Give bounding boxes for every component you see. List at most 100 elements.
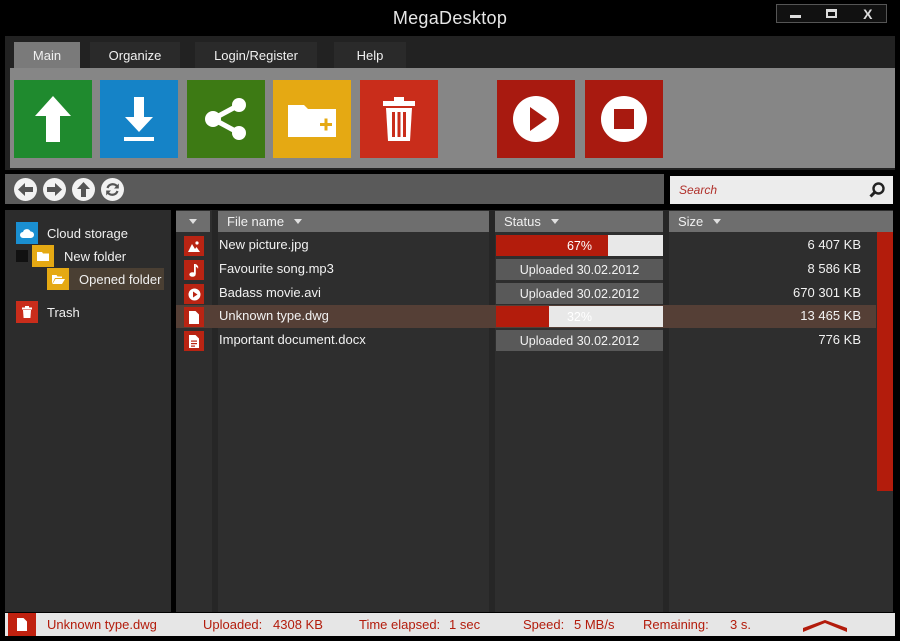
- stop-icon: [601, 96, 647, 142]
- upload-icon: [35, 96, 71, 142]
- search-input[interactable]: [670, 176, 860, 204]
- file-row-selected[interactable]: Unknown type.dwg 32% 13 465 KB: [176, 305, 876, 328]
- file-size: 8 586 KB: [807, 261, 862, 276]
- column-header-status[interactable]: Status: [495, 211, 663, 232]
- tab-login-register[interactable]: Login/Register: [195, 42, 317, 68]
- chevron-down-icon: [189, 219, 197, 224]
- new-folder-button[interactable]: [273, 80, 351, 158]
- file-size: 670 301 KB: [793, 285, 861, 300]
- up-button[interactable]: [72, 178, 95, 201]
- refresh-icon: [106, 183, 119, 196]
- stop-button[interactable]: [585, 80, 663, 158]
- tree-label-trash: Trash: [47, 304, 80, 320]
- ribbon-panel: [10, 68, 895, 168]
- chevron-down-icon: [713, 219, 722, 224]
- status-bar: Unknown type.dwg Uploaded: 4308 KB Time …: [5, 613, 895, 636]
- folder-icon: [32, 245, 54, 267]
- navigation-bar: [5, 174, 664, 204]
- file-size: 6 407 KB: [807, 237, 862, 252]
- window-controls: X: [776, 4, 887, 23]
- tree-item-new-folder[interactable]: New folder: [16, 245, 126, 267]
- tree-item-trash[interactable]: Trash: [16, 301, 80, 323]
- expander-icon[interactable]: [16, 250, 28, 262]
- close-icon: X: [863, 5, 873, 22]
- up-icon: [77, 182, 90, 197]
- title-bar: MegaDesktop X: [0, 0, 900, 36]
- back-button[interactable]: [14, 178, 37, 201]
- status-file-name: Unknown type.dwg: [47, 617, 157, 632]
- file-size: 13 465 KB: [800, 308, 861, 323]
- column-label-size: Size: [678, 214, 704, 229]
- chevron-down-icon: [294, 219, 303, 224]
- share-icon: [205, 98, 246, 140]
- search-box: [670, 176, 893, 204]
- play-icon: [513, 96, 559, 142]
- open-folder-icon: [47, 268, 69, 290]
- column-header-file-name[interactable]: File name: [218, 211, 489, 232]
- remaining-value: 3 s.: [730, 617, 751, 632]
- tree-item-opened-folder[interactable]: Opened folder: [47, 268, 164, 290]
- window-title: MegaDesktop: [392, 8, 508, 28]
- minimize-icon: [789, 15, 801, 18]
- file-name: Unknown type.dwg: [219, 308, 329, 323]
- column-label-file-name: File name: [227, 214, 285, 229]
- tab-main[interactable]: Main: [14, 42, 80, 68]
- refresh-button[interactable]: [101, 178, 124, 201]
- progress-text: 67%: [566, 238, 593, 253]
- file-name: Badass movie.avi: [219, 285, 321, 300]
- upload-progress-bar: 32%: [496, 306, 663, 327]
- uploaded-value: 4308 KB: [273, 617, 323, 632]
- file-row[interactable]: Important document.docx Uploaded 30.02.2…: [176, 329, 876, 352]
- uploaded-label: Uploaded:: [203, 617, 263, 632]
- tree-label-new-folder: New folder: [64, 248, 127, 264]
- progress-text: 32%: [566, 309, 593, 324]
- tab-organize[interactable]: Organize: [90, 42, 180, 68]
- time-elapsed-value: 1 sec: [449, 617, 481, 632]
- file-row[interactable]: Favourite song.mp3 Uploaded 30.02.2012 8…: [176, 258, 876, 281]
- file-name: Important document.docx: [219, 332, 366, 347]
- scrollbar[interactable]: [876, 232, 893, 612]
- back-icon: [18, 183, 33, 196]
- ribbon-tabs: Main Organize Login/Register Help: [5, 42, 406, 68]
- maximize-button[interactable]: [813, 5, 849, 22]
- cloud-icon: [16, 222, 38, 244]
- tree-label-opened-folder: Opened folder: [79, 271, 162, 287]
- play-button[interactable]: [497, 80, 575, 158]
- speed-value: 5 MB/s: [574, 617, 615, 632]
- ribbon: Main Organize Login/Register Help: [5, 36, 895, 170]
- close-button[interactable]: X: [850, 5, 886, 22]
- column-header-size[interactable]: Size: [669, 211, 893, 232]
- time-elapsed-label: Time elapsed:: [359, 617, 441, 632]
- tab-help[interactable]: Help: [334, 42, 406, 68]
- file-row[interactable]: Badass movie.avi Uploaded 30.02.2012 670…: [176, 282, 876, 305]
- maximize-icon: [825, 9, 837, 18]
- scrollbar-thumb[interactable]: [877, 232, 893, 491]
- forward-button[interactable]: [43, 178, 66, 201]
- tree-label-cloud-storage: Cloud storage: [47, 225, 128, 241]
- speed-label: Speed:: [523, 617, 565, 632]
- chevron-down-icon: [550, 219, 559, 224]
- select-column-header[interactable]: [176, 211, 210, 232]
- expand-up-icon[interactable]: [803, 620, 847, 632]
- new-folder-icon: [288, 105, 336, 137]
- file-list: File name Status Size New picture.jpg 67…: [176, 210, 893, 612]
- upload-button[interactable]: [14, 80, 92, 158]
- search-icon[interactable]: [869, 182, 885, 198]
- status-cell: Uploaded 30.02.2012: [496, 330, 663, 351]
- music-icon: [184, 260, 204, 280]
- share-button[interactable]: [187, 80, 265, 158]
- remaining-label: Remaining:: [643, 617, 709, 632]
- file-row[interactable]: New picture.jpg 67% 6 407 KB: [176, 234, 876, 257]
- file-name: New picture.jpg: [219, 237, 309, 252]
- delete-icon: [383, 97, 415, 141]
- document-icon: [184, 331, 204, 351]
- download-button[interactable]: [100, 80, 178, 158]
- minimize-button[interactable]: [777, 5, 813, 22]
- video-icon: [184, 284, 204, 304]
- folder-tree: Cloud storage New folder Opened folder T…: [5, 210, 171, 612]
- delete-button[interactable]: [360, 80, 438, 158]
- image-icon: [184, 236, 204, 256]
- status-cell: Uploaded 30.02.2012: [496, 259, 663, 280]
- tree-item-cloud-storage[interactable]: Cloud storage: [16, 222, 128, 244]
- file-size: 776 KB: [818, 332, 861, 347]
